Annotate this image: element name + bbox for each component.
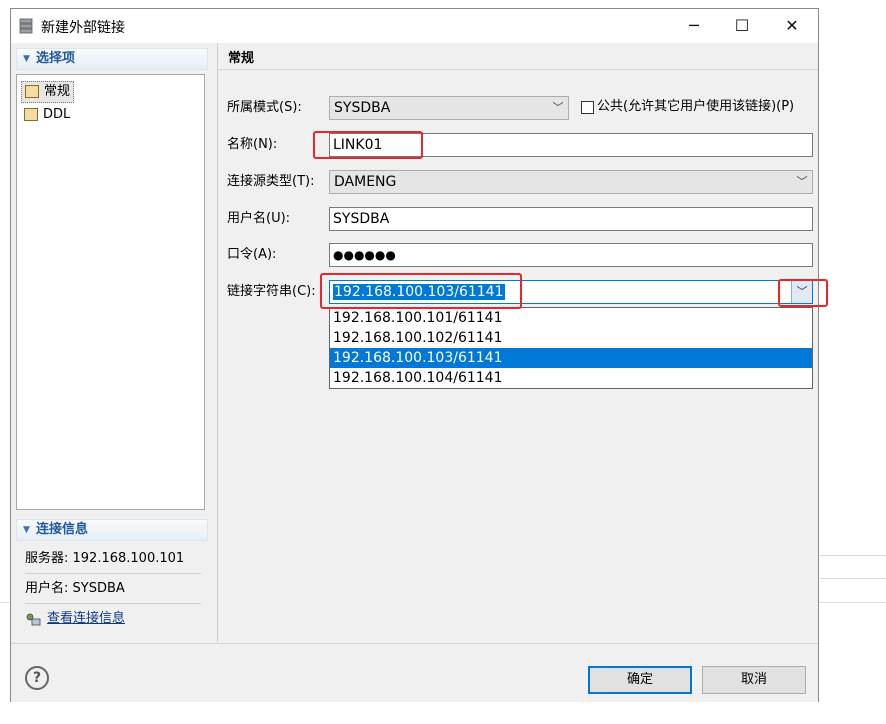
connection-icon [26, 613, 41, 626]
schema-value: SYSDBA [334, 100, 391, 116]
right-panel: 常规 所属模式(S): SYSDBA ﹀ 公共(允许其它用户使用该链接)(P) … [218, 43, 828, 642]
checkbox-box [581, 101, 594, 114]
options-tree: 常规 DDL [16, 74, 205, 510]
schema-label: 所属模式(S): [227, 100, 302, 115]
dialog-client: ▼ 选择项 常规 DDL ▼ 连接信息 服务器: 192.168.100.101… [11, 43, 828, 702]
source-type-value: DAMENG [334, 174, 397, 190]
close-button[interactable]: ✕ [769, 9, 815, 41]
connection-string-label: 链接字符串(C): [227, 284, 316, 299]
collapse-triangle-icon: ▼ [23, 54, 30, 64]
server-info: 服务器: 192.168.100.101 [25, 545, 201, 574]
tree-item-label: DDL [43, 107, 71, 122]
database-icon [19, 18, 33, 34]
annotation-box-connection-string [320, 273, 522, 309]
source-type-label: 连接源类型(T): [227, 174, 315, 189]
options-section-header[interactable]: ▼ 选择项 [16, 48, 208, 70]
page-title: 常规 [228, 51, 255, 66]
schema-combo[interactable]: SYSDBA ﹀ [329, 96, 569, 120]
cancel-button[interactable]: 取消 [702, 666, 806, 694]
maximize-button[interactable]: ☐ [719, 9, 765, 41]
title-divider [218, 69, 818, 70]
help-icon[interactable]: ? [25, 666, 49, 690]
username-input[interactable]: SYSDBA [329, 207, 813, 231]
dropdown-option[interactable]: 192.168.100.101/61141 [330, 308, 812, 328]
button-bar: ? 确定 取消 [11, 643, 818, 702]
title-bar: 新建外部链接 ─ ☐ ✕ [11, 9, 818, 43]
collapse-triangle-icon: ▼ [23, 525, 30, 535]
dropdown-option-selected[interactable]: 192.168.100.103/61141 [330, 348, 812, 368]
annotation-box-name [313, 131, 423, 159]
minimize-button[interactable]: ─ [671, 9, 717, 41]
options-section-title: 选择项 [36, 51, 76, 66]
tree-item-ddl[interactable]: DDL [21, 105, 73, 125]
annotation-box-dropdown-arrow [778, 279, 828, 307]
properties-icon [25, 85, 39, 98]
view-connection-info-label: 查看连接信息 [47, 611, 126, 626]
password-value: ●●●●●● [333, 248, 396, 262]
chevron-down-icon: ﹀ [796, 175, 808, 188]
user-info: 用户名: SYSDBA [25, 575, 201, 604]
dropdown-option[interactable]: 192.168.100.104/61141 [330, 368, 812, 388]
ok-button[interactable]: 确定 [588, 666, 692, 694]
connection-info-title: 连接信息 [36, 522, 89, 537]
chevron-down-icon: ﹀ [552, 101, 564, 114]
password-label: 口令(A): [227, 247, 277, 262]
ddl-icon [24, 108, 38, 121]
left-panel: ▼ 选择项 常规 DDL ▼ 连接信息 服务器: 192.168.100.101… [11, 43, 218, 642]
connection-info-section-header[interactable]: ▼ 连接信息 [16, 519, 208, 541]
source-type-combo[interactable]: DAMENG ﹀ [329, 170, 813, 194]
username-value: SYSDBA [333, 211, 390, 227]
tree-item-general[interactable]: 常规 [21, 81, 75, 103]
connection-string-dropdown: 192.168.100.101/61141 192.168.100.102/61… [329, 307, 813, 389]
public-checkbox[interactable]: 公共(允许其它用户使用该链接)(P) [581, 97, 794, 117]
view-connection-info-link[interactable]: 查看连接信息 [25, 609, 125, 629]
window-title: 新建外部链接 [41, 20, 125, 36]
tree-item-label: 常规 [44, 84, 71, 99]
name-label: 名称(N): [227, 137, 278, 152]
password-input[interactable]: ●●●●●● [329, 243, 813, 267]
dialog-window: 新建外部链接 ─ ☐ ✕ ▼ 选择项 常规 DDL ▼ 连接信息 服务器: 19… [10, 8, 828, 702]
dropdown-option[interactable]: 192.168.100.102/61141 [330, 328, 812, 348]
public-checkbox-label: 公共(允许其它用户使用该链接)(P) [597, 99, 795, 114]
username-label: 用户名(U): [227, 211, 291, 226]
